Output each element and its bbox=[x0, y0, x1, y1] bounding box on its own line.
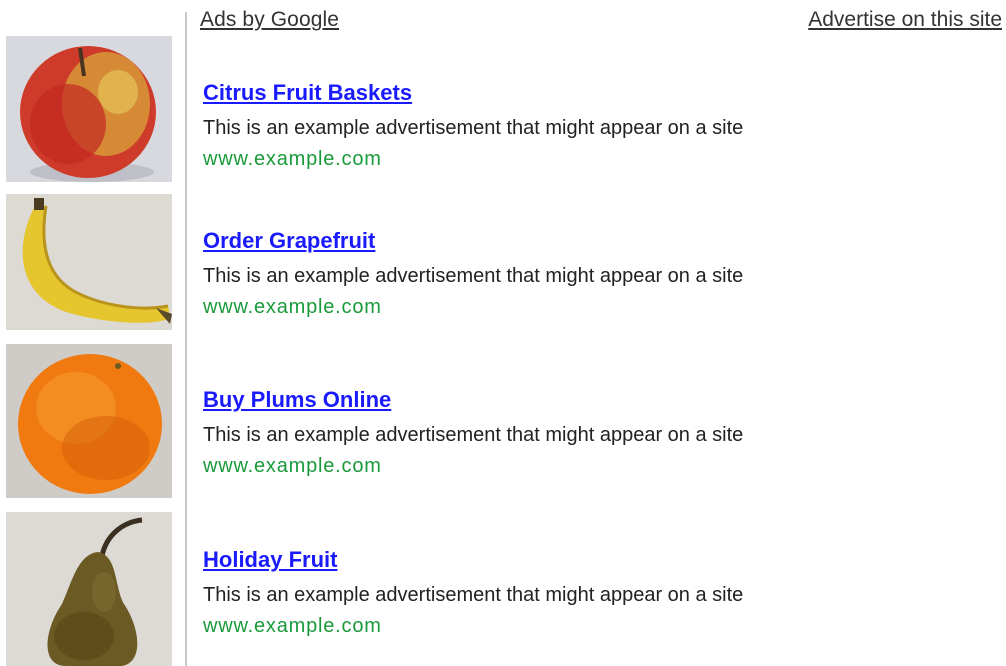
ad-url[interactable]: www.example.com bbox=[203, 612, 993, 640]
orange-icon bbox=[6, 344, 172, 498]
apple-image bbox=[6, 36, 172, 182]
ad-unit: Order Grapefruit This is an example adve… bbox=[203, 226, 993, 321]
apple-icon bbox=[6, 36, 172, 182]
pear-icon bbox=[6, 512, 172, 666]
ad-title-link[interactable]: Buy Plums Online bbox=[203, 385, 391, 415]
fruit-thumbnails bbox=[0, 0, 180, 666]
ad-url[interactable]: www.example.com bbox=[203, 145, 993, 173]
ad-unit: Buy Plums Online This is an example adve… bbox=[203, 385, 993, 480]
banana-icon bbox=[6, 194, 172, 330]
ad-description: This is an example advertisement that mi… bbox=[203, 584, 744, 606]
ad-unit: Citrus Fruit Baskets This is an example … bbox=[203, 78, 993, 173]
ad-title-link[interactable]: Order Grapefruit bbox=[203, 226, 375, 256]
ads-by-google-link[interactable]: Ads by Google bbox=[200, 8, 339, 32]
ad-title-link[interactable]: Holiday Fruit bbox=[203, 545, 337, 575]
pear-image bbox=[6, 512, 172, 666]
ad-title-link[interactable]: Citrus Fruit Baskets bbox=[203, 78, 412, 108]
orange-image bbox=[6, 344, 172, 498]
ad-description: This is an example advertisement that mi… bbox=[203, 424, 744, 446]
ad-url[interactable]: www.example.com bbox=[203, 452, 993, 480]
banana-image bbox=[6, 194, 172, 330]
ad-url[interactable]: www.example.com bbox=[203, 293, 993, 321]
advertise-on-site-link[interactable]: Advertise on this site bbox=[808, 8, 1002, 32]
ad-unit: Holiday Fruit This is an example adverti… bbox=[203, 545, 993, 640]
ad-description: This is an example advertisement that mi… bbox=[203, 265, 744, 287]
column-divider bbox=[185, 12, 187, 666]
ad-description: This is an example advertisement that mi… bbox=[203, 117, 744, 139]
